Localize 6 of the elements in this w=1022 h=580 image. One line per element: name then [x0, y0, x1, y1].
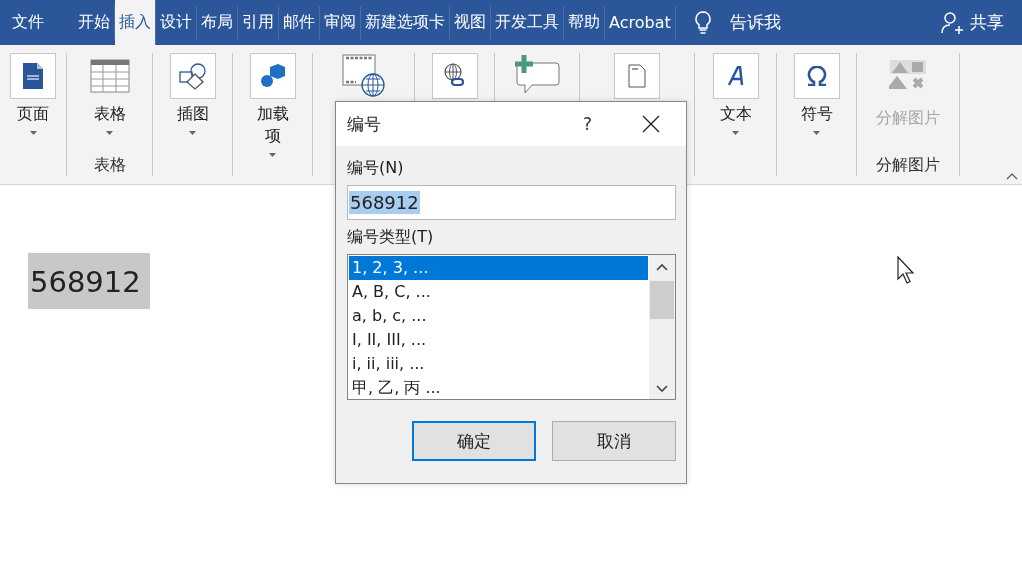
ribbon-group-label: 分解图片 [876, 155, 940, 176]
dialog-title: 编号 [347, 112, 382, 136]
field-label: 编号(N) [347, 158, 405, 179]
document-text: 568912 [28, 253, 150, 309]
ribbon-group-label: 表格 [93, 155, 126, 176]
field-label: 编号类型(T) [347, 227, 435, 248]
